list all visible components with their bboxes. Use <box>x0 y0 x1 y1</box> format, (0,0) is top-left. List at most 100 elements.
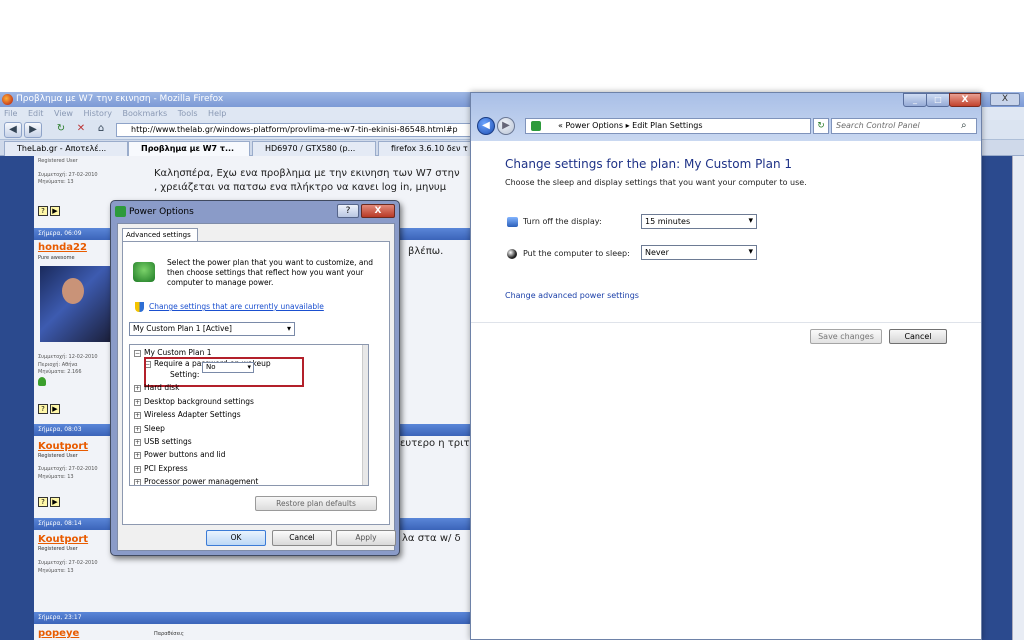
search-input[interactable]: Search Control Panel <box>831 118 977 134</box>
post-text: ευτερο η τριτ <box>400 438 470 449</box>
online-icon[interactable]: ? <box>38 497 48 507</box>
post-text: Παραθέσεις <box>154 631 184 637</box>
collapse-icon[interactable]: − <box>134 350 141 357</box>
help-button[interactable]: ? <box>337 204 359 218</box>
search-icon[interactable]: ⌕ <box>961 120 967 131</box>
post-text: , χρειάζεται να πατσω ενα πλήκτρο να καν… <box>154 182 447 193</box>
post-user-meta: Συμμετοχή: 27-02-2010 <box>38 172 98 178</box>
forward-icon[interactable]: ▶ <box>24 122 42 138</box>
username-link[interactable]: Koutport <box>38 441 88 452</box>
menu-bookmarks[interactable]: Bookmarks <box>123 109 168 118</box>
minimize-button[interactable]: _ <box>903 93 927 107</box>
post-user-meta: Registered User <box>38 158 78 164</box>
cancel-button[interactable]: Cancel <box>272 530 332 546</box>
tree-item-usb[interactable]: + USB settings <box>134 436 192 447</box>
post-user-meta: Μηνύματα: 13 <box>38 474 74 480</box>
username-link[interactable]: honda22 <box>38 242 87 253</box>
expand-icon[interactable]: + <box>134 466 141 473</box>
cancel-button[interactable]: Cancel <box>889 329 947 344</box>
online-icon[interactable]: ? <box>38 206 48 216</box>
page-title: Change settings for the plan: My Custom … <box>505 157 793 171</box>
expand-icon[interactable]: + <box>134 452 141 459</box>
quote-icon[interactable]: ▶ <box>50 497 60 507</box>
battery-plug-icon <box>133 262 155 282</box>
post-user-meta: Συμμετοχή: 27-02-2010 <box>38 560 98 566</box>
expand-icon[interactable]: + <box>134 385 141 392</box>
save-changes-button[interactable]: Save changes <box>810 329 882 344</box>
advanced-settings-panel: Select the power plan that you want to c… <box>122 241 390 525</box>
back-icon[interactable]: ◀ <box>4 122 22 138</box>
uac-shield-icon <box>135 302 144 312</box>
url-bar[interactable]: http://www.thelab.gr/windows-platform/pr… <box>116 123 476 137</box>
display-icon <box>507 217 518 227</box>
tree-scrollbar[interactable] <box>362 345 368 485</box>
address-bar[interactable]: « Power Options ▸ Edit Plan Settings <box>525 118 811 134</box>
post-text: βλέπω. <box>408 246 444 257</box>
tab-provlima[interactable]: Προβλημα με W7 τ... <box>128 141 250 156</box>
tab-thelab[interactable]: TheLab.gr - Αποτελέ... <box>4 141 128 156</box>
tree-item-sleep[interactable]: + Sleep <box>134 423 165 434</box>
quote-icon[interactable]: ▶ <box>50 206 60 216</box>
maximize-button[interactable]: □ <box>926 93 950 107</box>
tree-item-pci-express[interactable]: + PCI Express <box>134 463 188 474</box>
home-icon[interactable]: ⌂ <box>92 122 110 138</box>
tree-item-wireless[interactable]: + Wireless Adapter Settings <box>134 409 241 420</box>
tree-item-label: USB settings <box>144 437 192 446</box>
username-link[interactable]: popeye <box>38 628 79 639</box>
firefox-close-button[interactable]: X <box>990 93 1020 106</box>
quote-icon[interactable]: ▶ <box>50 404 60 414</box>
post-icons: ? ▶ <box>38 497 66 507</box>
plan-select[interactable]: My Custom Plan 1 [Active] <box>129 322 295 336</box>
advanced-settings-link[interactable]: Change advanced power settings <box>505 291 639 300</box>
tree-item-power-buttons[interactable]: + Power buttons and lid <box>134 449 226 460</box>
menu-history[interactable]: History <box>84 109 112 118</box>
tree-item-label: Wireless Adapter Settings <box>144 410 241 419</box>
user-role: Pure awesome <box>38 255 75 261</box>
menu-edit[interactable]: Edit <box>28 109 44 118</box>
close-button[interactable]: X <box>949 93 981 107</box>
control-panel-frame: _ □ X ◀ ▶ « Power Options ▸ Edit Plan Se… <box>471 93 981 141</box>
power-options-icon <box>531 121 541 131</box>
sleep-timeout-select[interactable]: Never <box>641 245 757 260</box>
restore-defaults-button[interactable]: Restore plan defaults <box>255 496 377 511</box>
forward-icon[interactable]: ▶ <box>497 117 515 135</box>
post-icons: ? ▶ <box>38 404 66 414</box>
username-link[interactable]: Koutport <box>38 534 88 545</box>
tree-item-desktop-background[interactable]: + Desktop background settings <box>134 396 254 407</box>
dialog-close-button[interactable]: X <box>361 204 395 218</box>
reputation-icon <box>38 377 46 386</box>
tree-item-hard-disk[interactable]: + Hard disk <box>134 382 179 393</box>
expand-icon[interactable]: + <box>134 479 141 485</box>
online-icon[interactable]: ? <box>38 404 48 414</box>
tab-firefox[interactable]: firefox 3.6.10 δεν τ <box>378 141 474 156</box>
stop-icon[interactable]: ✕ <box>72 122 90 138</box>
menu-tools[interactable]: Tools <box>178 109 198 118</box>
menu-file[interactable]: File <box>4 109 17 118</box>
expand-icon[interactable]: + <box>134 439 141 446</box>
tree-item-label: PCI Express <box>144 464 188 473</box>
user-role: Registered User <box>38 453 78 459</box>
post-text: λα στα w/ δ <box>402 533 461 544</box>
tab-hd6970[interactable]: HD6970 / GTX580 (p... <box>252 141 376 156</box>
tree-item-processor[interactable]: + Processor power management <box>134 476 258 485</box>
expand-icon[interactable]: + <box>134 412 141 419</box>
post-user-meta: Συμμετοχή: 12-02-2010 <box>38 354 98 360</box>
change-unavailable-settings-link[interactable]: Change settings that are currently unava… <box>149 302 324 311</box>
sleep-icon <box>507 249 517 259</box>
tab-advanced-settings[interactable]: Advanced settings <box>122 228 198 242</box>
refresh-icon[interactable]: ↻ <box>813 118 829 134</box>
post-user-meta: Μηνύματα: 13 <box>38 179 74 185</box>
menu-view[interactable]: View <box>54 109 73 118</box>
tree-item-label: My Custom Plan 1 <box>144 348 212 357</box>
page-scrollbar[interactable] <box>1012 156 1024 640</box>
expand-icon[interactable]: + <box>134 426 141 433</box>
settings-tree: −My Custom Plan 1 −Require a password on… <box>129 344 369 486</box>
menu-help[interactable]: Help <box>208 109 226 118</box>
reload-icon[interactable]: ↻ <box>52 122 70 138</box>
back-icon[interactable]: ◀ <box>477 117 495 135</box>
expand-icon[interactable]: + <box>134 399 141 406</box>
post-user-meta: Συμμετοχή: 27-02-2010 <box>38 466 98 472</box>
ok-button[interactable]: OK <box>206 530 266 546</box>
apply-button[interactable]: Apply <box>336 530 396 546</box>
display-timeout-select[interactable]: 15 minutes <box>641 214 757 229</box>
